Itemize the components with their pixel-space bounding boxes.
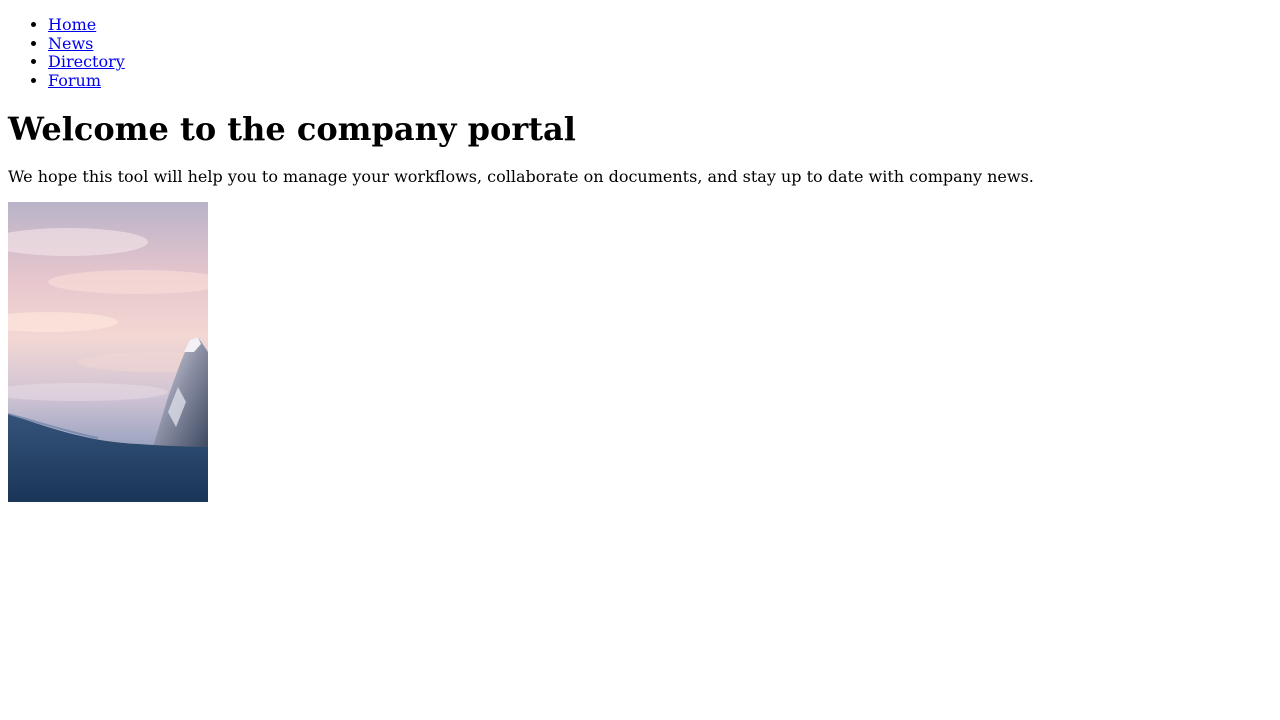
nav-link-forum[interactable]: Forum — [48, 71, 101, 90]
nav-item-home: Home — [48, 15, 1272, 35]
nav-item-forum: Forum — [48, 71, 1272, 91]
intro-text: We hope this tool will help you to manag… — [8, 167, 1034, 186]
nav-item-news: News — [48, 34, 1272, 54]
nav-link-directory[interactable]: Directory — [48, 52, 125, 71]
page-title: Welcome to the company portal — [8, 110, 576, 148]
main-nav: Home News Directory Forum — [8, 15, 1272, 91]
nav-link-news[interactable]: News — [48, 34, 93, 53]
nav-link-home[interactable]: Home — [48, 15, 96, 34]
nav-item-directory: Directory — [48, 52, 1272, 72]
hero-image — [8, 202, 208, 502]
